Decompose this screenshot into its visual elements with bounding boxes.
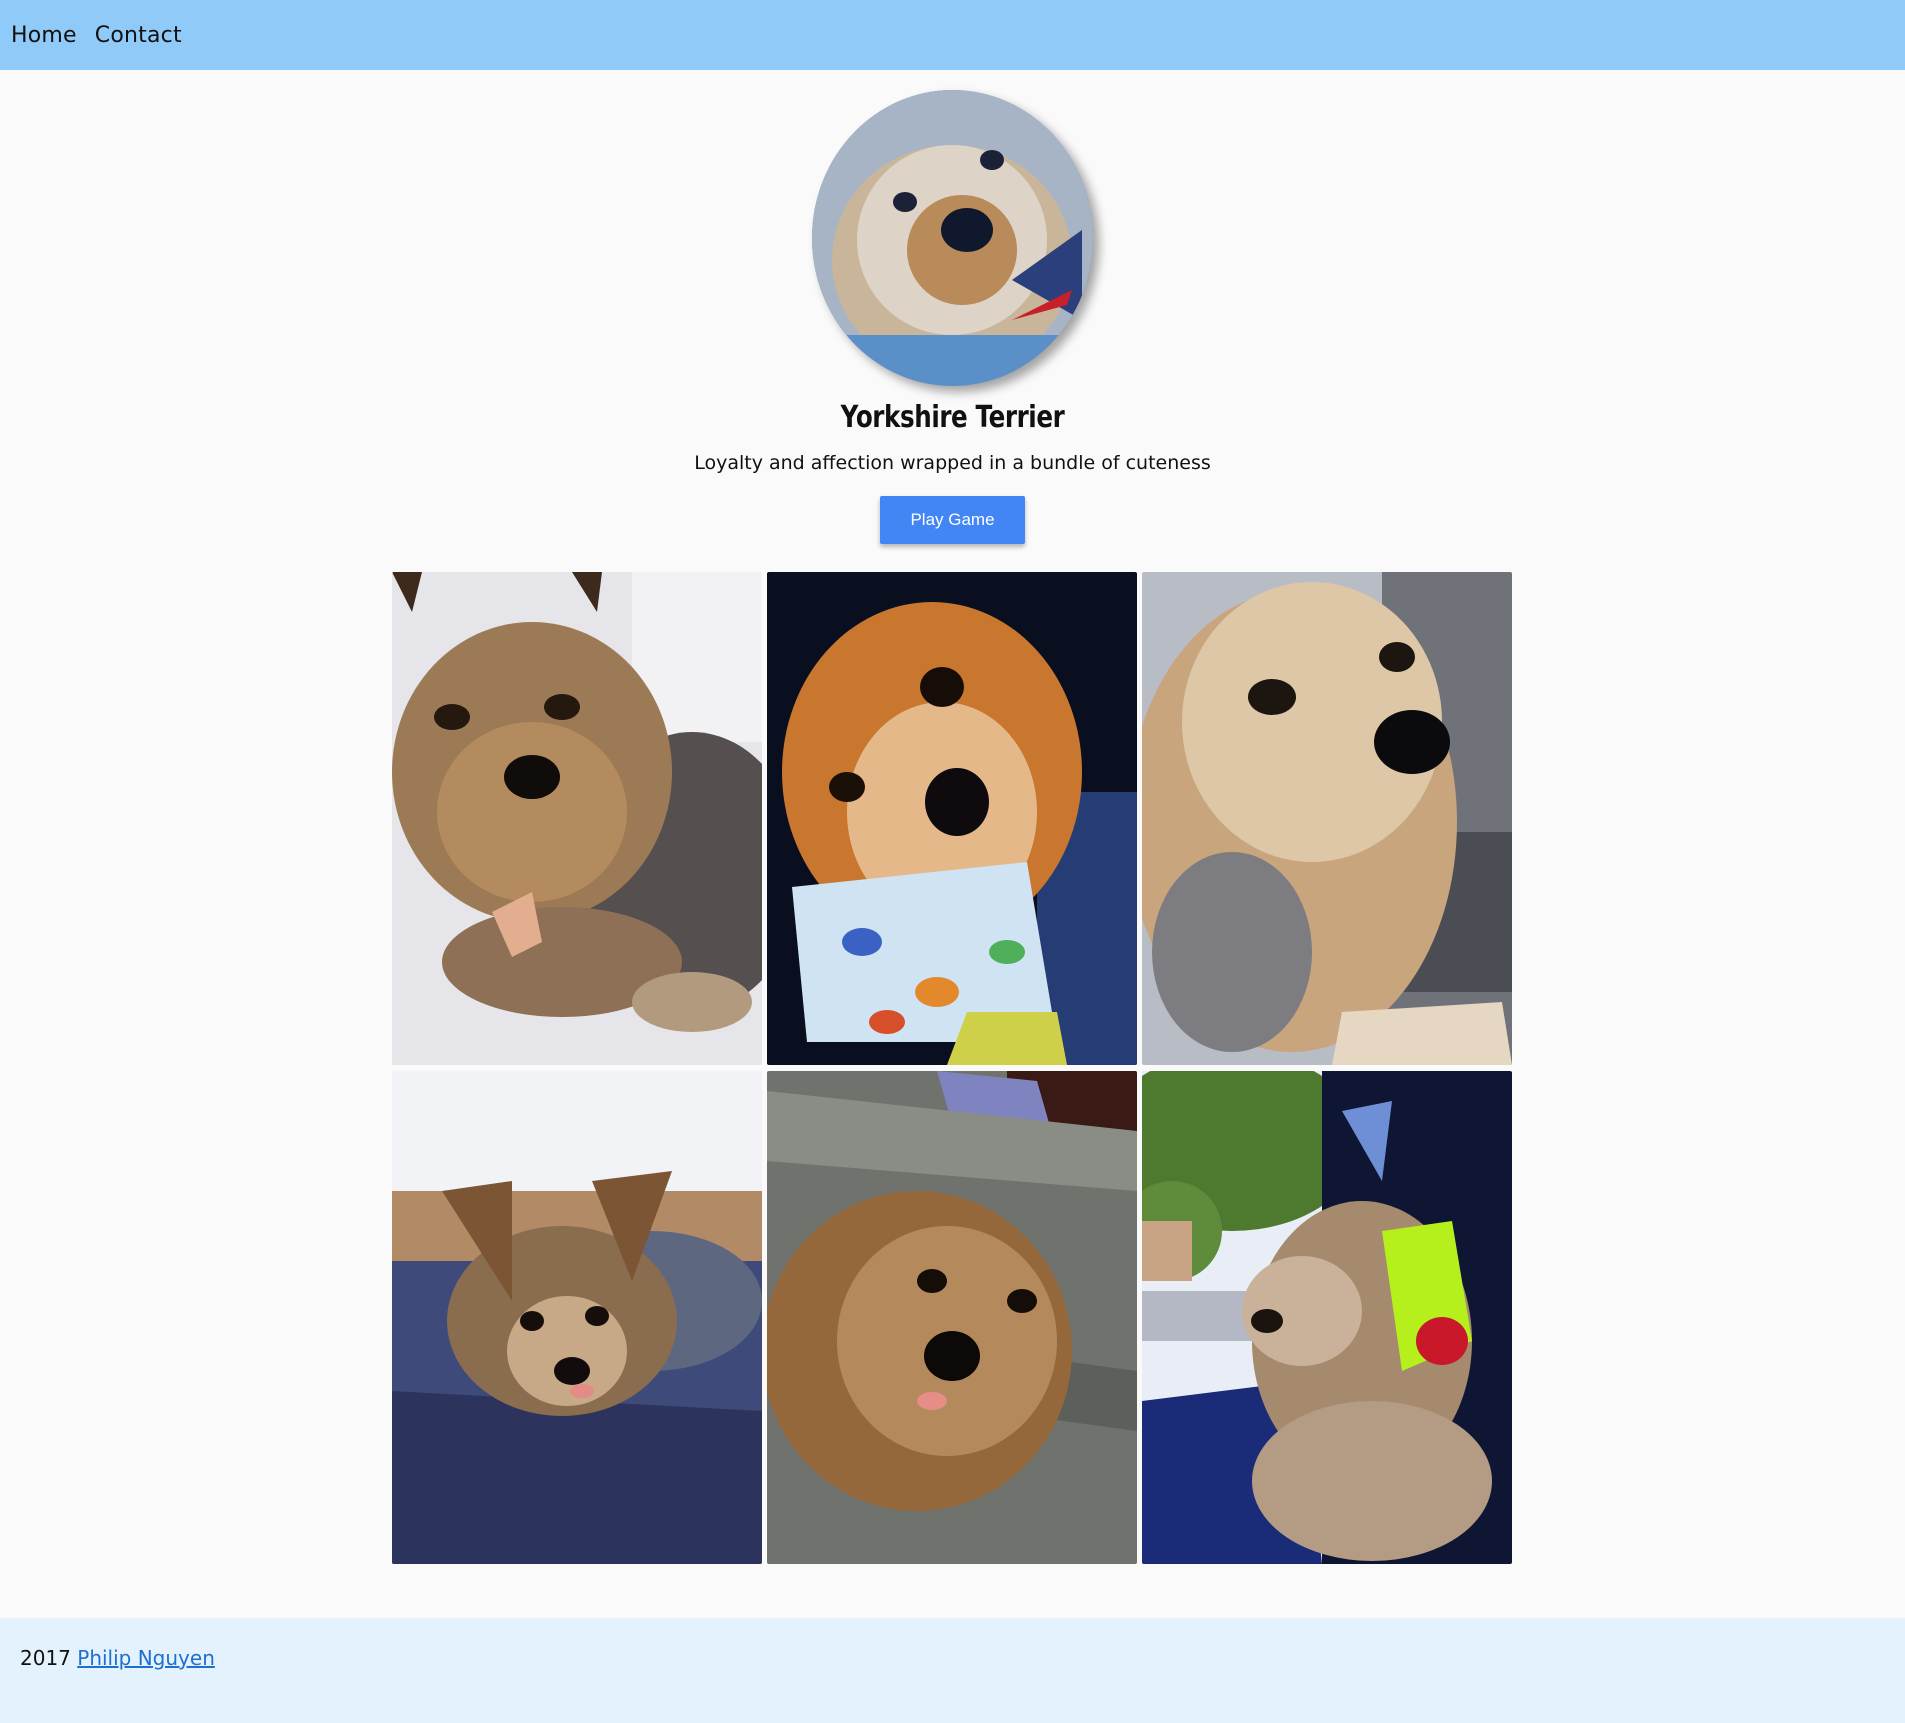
page-title: Yorkshire Terrier [840, 400, 1065, 435]
gallery-photo-3 [1142, 572, 1512, 1065]
page-subtitle: Loyalty and affection wrapped in a bundl… [694, 452, 1211, 474]
gallery-photo-4 [392, 1071, 762, 1564]
nav-home-link[interactable]: Home [11, 23, 77, 48]
photo-gallery [392, 572, 1512, 1564]
footer-year: 2017 [20, 1646, 71, 1670]
play-game-button[interactable]: Play Game [880, 496, 1025, 544]
page-footer: 2017 Philip Nguyen [0, 1618, 1905, 1723]
author-link[interactable]: Philip Nguyen [77, 1646, 215, 1670]
gallery-photo-5 [767, 1071, 1137, 1564]
gallery-photo-6 [1142, 1071, 1512, 1564]
gallery-photo-2 [767, 572, 1137, 1065]
dog-avatar-image [812, 90, 1093, 386]
footer-credit: 2017 Philip Nguyen [20, 1646, 215, 1670]
top-navigation: Home Contact [0, 0, 1905, 70]
nav-contact-link[interactable]: Contact [95, 23, 182, 48]
gallery-photo-1 [392, 572, 762, 1065]
